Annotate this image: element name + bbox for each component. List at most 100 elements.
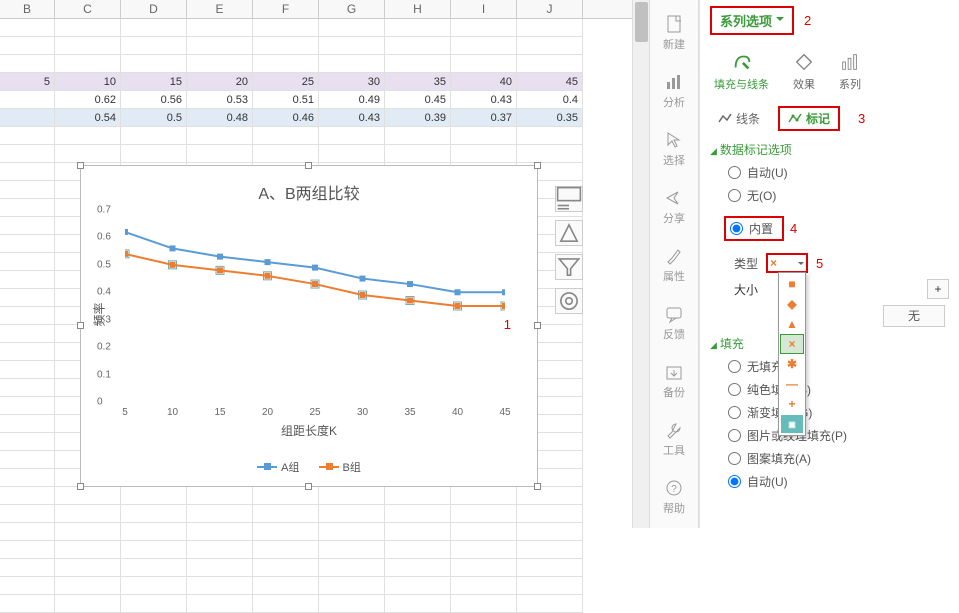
resize-handle[interactable] [77, 322, 84, 329]
cell[interactable] [0, 397, 55, 415]
col-header[interactable]: F [253, 0, 319, 18]
cell[interactable] [253, 523, 319, 541]
col-header[interactable]: D [121, 0, 187, 18]
cell[interactable]: 0.35 [517, 109, 583, 127]
resize-handle[interactable] [305, 483, 312, 490]
cell[interactable] [253, 19, 319, 37]
col-header[interactable]: H [385, 0, 451, 18]
cell[interactable] [253, 55, 319, 73]
tab-series[interactable]: 系列 [839, 51, 861, 92]
cell[interactable] [385, 145, 451, 163]
cell[interactable]: 40 [451, 73, 517, 91]
tab-fill-line[interactable]: 填充与线条 [714, 51, 769, 92]
cell[interactable] [0, 451, 55, 469]
cell[interactable] [385, 523, 451, 541]
marker-option[interactable]: ◆ [781, 295, 803, 313]
cell[interactable] [55, 487, 121, 505]
subtab-marker[interactable]: 标记 [778, 106, 840, 131]
cell[interactable] [121, 523, 187, 541]
cell[interactable] [55, 37, 121, 55]
cell[interactable]: 0.48 [187, 109, 253, 127]
cell[interactable] [187, 55, 253, 73]
cell[interactable]: 0.45 [385, 91, 451, 109]
cell[interactable] [55, 145, 121, 163]
sidebar-select[interactable]: 选择 [663, 130, 685, 168]
cell[interactable]: 0.49 [319, 91, 385, 109]
marker-option[interactable]: — [781, 375, 803, 393]
cell[interactable] [319, 595, 385, 613]
col-header[interactable]: G [319, 0, 385, 18]
cell[interactable] [0, 415, 55, 433]
marker-option[interactable]: ✱ [781, 355, 803, 373]
cell[interactable] [121, 145, 187, 163]
cell[interactable] [319, 127, 385, 145]
cell[interactable] [517, 37, 583, 55]
cell[interactable] [451, 523, 517, 541]
sidebar-analysis[interactable]: 分析 [663, 72, 685, 110]
cell[interactable] [385, 595, 451, 613]
chart-object[interactable]: A、B两组比较 频率 00.10.20.30.40.50.60.75101520… [80, 165, 538, 487]
cell[interactable] [319, 505, 385, 523]
cell[interactable] [0, 199, 55, 217]
cell[interactable]: 0.43 [319, 109, 385, 127]
cell[interactable] [0, 379, 55, 397]
cell[interactable] [187, 559, 253, 577]
cell[interactable] [253, 559, 319, 577]
radio-builtin[interactable]: 内置 [724, 216, 784, 241]
cell[interactable] [451, 559, 517, 577]
sidebar-brush[interactable]: 属性 [663, 246, 685, 284]
cell[interactable] [0, 163, 55, 181]
sidebar-tool[interactable]: 工具 [663, 420, 685, 458]
cell[interactable]: 0.51 [253, 91, 319, 109]
cell[interactable] [0, 469, 55, 487]
resize-handle[interactable] [77, 162, 84, 169]
radio-auto[interactable]: 自动(U) [728, 164, 949, 181]
cell[interactable] [517, 127, 583, 145]
marker-option-image[interactable]: ▣ [781, 415, 803, 433]
resize-handle[interactable] [305, 162, 312, 169]
cell[interactable] [187, 19, 253, 37]
cell[interactable] [121, 55, 187, 73]
radio-fill-solid[interactable]: 纯色填充(S) [728, 381, 949, 398]
cell[interactable] [319, 523, 385, 541]
col-header[interactable]: J [517, 0, 583, 18]
vertical-scrollbar[interactable] [632, 0, 649, 528]
section-fill[interactable]: 填充 [710, 335, 949, 352]
cell[interactable]: 20 [187, 73, 253, 91]
cell[interactable] [517, 559, 583, 577]
cell[interactable] [319, 19, 385, 37]
cell[interactable] [187, 145, 253, 163]
cell[interactable]: 0.54 [55, 109, 121, 127]
cell[interactable]: 35 [385, 73, 451, 91]
cell[interactable] [517, 19, 583, 37]
cell[interactable] [55, 523, 121, 541]
chart-settings-button[interactable] [555, 288, 583, 314]
radio-none[interactable]: 无(O) [728, 187, 949, 204]
cell[interactable] [121, 37, 187, 55]
cell[interactable] [385, 505, 451, 523]
marker-option[interactable]: ■ [781, 275, 803, 293]
cell[interactable] [451, 577, 517, 595]
cell[interactable] [0, 559, 55, 577]
cell[interactable] [121, 127, 187, 145]
radio-fill-gradient[interactable]: 渐变填充(G) [728, 404, 949, 421]
tab-effects[interactable]: 效果 [793, 51, 815, 92]
cell[interactable] [55, 127, 121, 145]
cell[interactable] [187, 523, 253, 541]
cell[interactable] [121, 595, 187, 613]
cell[interactable] [0, 505, 55, 523]
sidebar-help[interactable]: ?帮助 [663, 478, 685, 516]
subtab-line[interactable]: 线条 [714, 108, 764, 129]
chart-legend[interactable]: A组 B组 [81, 459, 537, 475]
cell[interactable] [253, 595, 319, 613]
cell[interactable] [451, 127, 517, 145]
cell[interactable] [0, 271, 55, 289]
cell[interactable] [187, 37, 253, 55]
cell[interactable] [0, 235, 55, 253]
cell[interactable] [451, 541, 517, 559]
cell[interactable] [319, 37, 385, 55]
cell[interactable] [0, 595, 55, 613]
sidebar-file[interactable]: 新建 [663, 14, 685, 52]
marker-type-select[interactable]: × [766, 253, 808, 273]
col-header[interactable]: E [187, 0, 253, 18]
